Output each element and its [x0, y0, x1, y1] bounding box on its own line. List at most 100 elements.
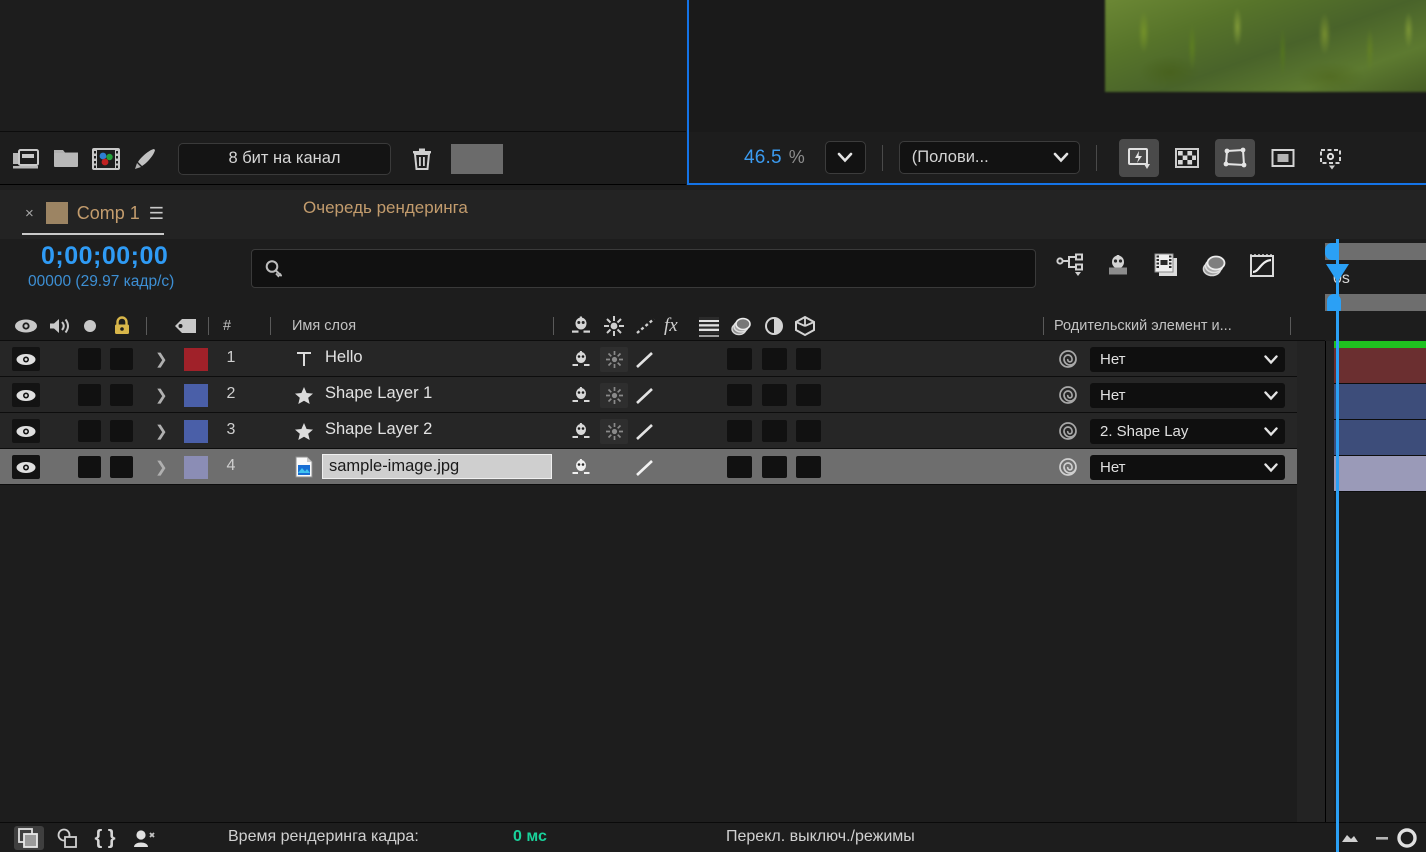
current-timecode[interactable]: 0;00;00;00 — [41, 242, 168, 271]
region-of-interest-icon[interactable] — [1215, 139, 1255, 177]
header-speaker-icon[interactable] — [47, 311, 73, 341]
layer-motion-blur-toggle[interactable] — [762, 348, 787, 370]
layer-label-color[interactable] — [184, 348, 208, 371]
composition-preview-canvas[interactable] — [689, 0, 1426, 132]
layer-frame-blend-toggle[interactable] — [727, 420, 752, 442]
layer-visibility-toggle[interactable] — [12, 347, 40, 371]
layer-audio-toggle[interactable] — [78, 348, 101, 370]
layer-frame-blend-toggle[interactable] — [727, 384, 752, 406]
header-adjustment-layer-icon[interactable] — [762, 311, 786, 341]
layer-name[interactable]: Shape Layer 1 — [325, 384, 432, 403]
layer-visibility-toggle[interactable] — [12, 419, 40, 443]
motion-blur-icon[interactable] — [1199, 251, 1229, 281]
layer-label-color[interactable] — [184, 456, 208, 479]
chevron-right-icon[interactable]: ❯ — [155, 350, 168, 368]
composition-flowchart-icon[interactable] — [52, 826, 82, 850]
header-lock-icon[interactable] — [111, 311, 133, 341]
parent-pickwhip-icon[interactable] — [1057, 348, 1081, 371]
composition-mini-flowchart-icon[interactable] — [1055, 251, 1085, 281]
table-row[interactable]: ❯ 3 Shape Layer 2 — [0, 413, 1426, 449]
frame-blending-icon[interactable] — [1151, 251, 1181, 281]
tab-render-queue[interactable]: Очередь рендеринга — [303, 198, 468, 218]
layer-3d-toggle[interactable] — [796, 384, 821, 406]
layer-motion-blur-toggle[interactable] — [762, 384, 787, 406]
interpret-footage-icon[interactable] — [8, 142, 44, 176]
parent-dropdown[interactable]: Нет — [1090, 455, 1285, 480]
layer-audio-toggle[interactable] — [78, 384, 101, 406]
playhead-line[interactable] — [1336, 239, 1339, 852]
project-color-swatch[interactable] — [451, 144, 503, 174]
bit-depth-button[interactable]: 8 бит на канал — [178, 143, 391, 175]
layer-solo-toggle[interactable] — [110, 348, 133, 370]
close-icon[interactable]: × — [22, 205, 37, 222]
work-area-top-bar[interactable] — [1325, 243, 1426, 260]
trash-icon[interactable] — [407, 143, 437, 175]
layer-shy-icon[interactable] — [567, 419, 595, 444]
layer-3d-toggle[interactable] — [796, 420, 821, 442]
new-folder-icon[interactable] — [48, 142, 84, 176]
toggle-switches-modes-icon[interactable] — [14, 826, 44, 850]
layer-name[interactable]: Hello — [325, 348, 363, 367]
parent-dropdown[interactable]: Нет — [1090, 347, 1285, 372]
tab-comp-label[interactable]: Comp 1 — [77, 203, 140, 224]
header-parent[interactable]: Родительский элемент и... — [1054, 311, 1232, 341]
layer-duration-bar[interactable] — [1334, 348, 1426, 384]
project-settings-icon[interactable] — [128, 142, 164, 176]
layer-3d-toggle[interactable] — [796, 348, 821, 370]
layer-name[interactable]: Shape Layer 2 — [325, 420, 432, 439]
transparency-grid-icon[interactable] — [1167, 139, 1207, 177]
layer-collapse-transformations-toggle[interactable] — [600, 347, 628, 372]
parent-pickwhip-icon[interactable] — [1057, 420, 1081, 443]
chevron-right-icon[interactable]: ❯ — [155, 422, 168, 440]
layer-solo-toggle[interactable] — [110, 420, 133, 442]
layer-3d-renderer-icon[interactable] — [130, 826, 160, 850]
header-frame-blend-icon[interactable] — [697, 311, 721, 341]
header-number[interactable]: # — [223, 311, 231, 341]
resolution-dropdown[interactable]: (Полови... — [899, 141, 1080, 174]
panel-menu-icon[interactable]: ☰ — [149, 205, 164, 222]
header-motion-blur-icon[interactable] — [729, 311, 755, 341]
parent-pickwhip-icon[interactable] — [1057, 384, 1081, 407]
header-3d-layer-icon[interactable] — [793, 311, 817, 341]
layer-visibility-toggle[interactable] — [12, 455, 40, 479]
layer-duration-bar[interactable] — [1334, 384, 1426, 420]
header-layer-name[interactable]: Имя слоя — [292, 311, 356, 341]
expression-braces-icon[interactable]: { } — [90, 826, 120, 850]
layer-label-color[interactable] — [184, 384, 208, 407]
tab-comp-1[interactable]: × Comp 1 ☰ — [22, 195, 164, 235]
layer-quality-toggle[interactable] — [631, 347, 659, 372]
layer-duration-bar[interactable] — [1334, 456, 1426, 492]
new-composition-icon[interactable] — [88, 142, 124, 176]
layer-3d-toggle[interactable] — [796, 456, 821, 478]
layer-solo-toggle[interactable] — [110, 456, 133, 478]
layer-audio-toggle[interactable] — [78, 456, 101, 478]
header-effects-fx-icon[interactable]: fx — [664, 311, 678, 341]
mountain-icon[interactable] — [1335, 826, 1365, 850]
project-item-list[interactable] — [0, 0, 686, 132]
circle-icon[interactable] — [1392, 826, 1422, 850]
layer-collapse-transformations-toggle[interactable] — [600, 419, 628, 444]
search-input-wrapper[interactable] — [251, 249, 1036, 288]
layer-label-color[interactable] — [184, 420, 208, 443]
layer-collapse-transformations-toggle[interactable] — [600, 383, 628, 408]
parent-dropdown[interactable]: 2. Shape Lay — [1090, 419, 1285, 444]
proportional-grid-icon[interactable] — [1263, 139, 1303, 177]
layer-shy-icon[interactable] — [567, 455, 595, 480]
layer-motion-blur-toggle[interactable] — [762, 420, 787, 442]
chevron-right-icon[interactable]: ❯ — [155, 386, 168, 404]
layer-shy-icon[interactable] — [567, 383, 595, 408]
zoom-level-value[interactable]: 46.5 — [744, 147, 782, 169]
layer-motion-blur-toggle[interactable] — [762, 456, 787, 478]
header-shy-icon[interactable] — [568, 311, 594, 341]
layer-shy-icon[interactable] — [567, 347, 595, 372]
header-quality-icon[interactable] — [634, 311, 658, 341]
timeline-track-area[interactable] — [1297, 311, 1426, 822]
header-label-icon[interactable] — [173, 311, 199, 341]
search-input[interactable] — [291, 260, 991, 277]
hide-shy-layers-icon[interactable] — [1103, 251, 1133, 281]
toggle-switches-label[interactable]: Перекл. выключ./режимы — [726, 828, 915, 846]
viewer-options-icon[interactable] — [1311, 139, 1351, 177]
graph-editor-icon[interactable] — [1247, 251, 1277, 281]
table-row[interactable]: ❯ 2 Shape Layer 1 — [0, 377, 1426, 413]
parent-pickwhip-icon[interactable] — [1057, 456, 1081, 479]
